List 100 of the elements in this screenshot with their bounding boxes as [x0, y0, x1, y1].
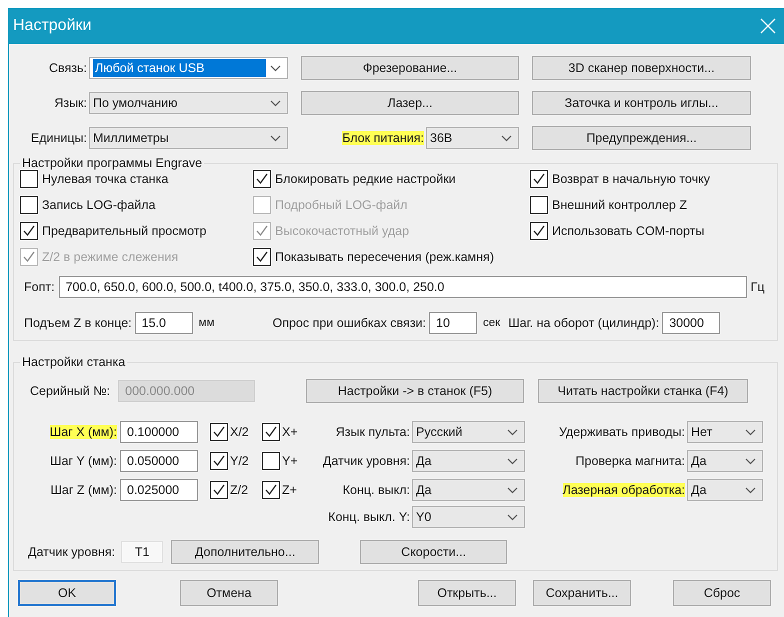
checkbox[interactable]: [262, 423, 280, 441]
input-field[interactable]: 0.025000: [120, 479, 198, 501]
unit-label: мм: [198, 317, 214, 329]
button[interactable]: Заточка и контроль иглы...: [532, 91, 751, 115]
window-title: Настройки: [13, 17, 92, 35]
input-field[interactable]: 0.050000: [120, 450, 198, 472]
checkbox[interactable]: [253, 170, 271, 188]
checkbox-label: Z/2 в режиме слежения: [42, 250, 178, 264]
button[interactable]: 3D сканер поверхности...: [532, 56, 751, 80]
chevron-icon: [745, 458, 756, 464]
button[interactable]: Читать настройки станка (F4): [538, 379, 748, 403]
field-label: Единицы:: [30, 131, 87, 145]
checkbox[interactable]: [530, 196, 548, 214]
button[interactable]: Предупреждения...: [532, 126, 751, 150]
dropdown[interactable]: Нет: [687, 421, 763, 443]
checkbox-label: Высокочастотный удар: [275, 224, 410, 238]
checkbox[interactable]: [262, 452, 280, 470]
checkbox[interactable]: [262, 481, 280, 499]
field-label: Связь:: [48, 61, 87, 75]
group-title: Настройки станка: [21, 355, 126, 369]
button[interactable]: Отмена: [180, 580, 278, 606]
field-label: Шаг X (мм):: [50, 425, 117, 439]
checkbox[interactable]: [530, 170, 548, 188]
field-label: Fопт:: [24, 280, 55, 294]
checkbox[interactable]: [253, 248, 271, 266]
dropdown[interactable]: Да: [687, 450, 763, 472]
chevron-icon: [507, 458, 518, 464]
checkbox-label: Возврат в начальную точку: [552, 172, 710, 186]
checkbox-label: Использовать COM-порты: [552, 224, 704, 238]
checkbox[interactable]: [210, 481, 228, 499]
checkbox-label: Запись LOG-файла: [42, 198, 156, 212]
button[interactable]: Открыть...: [418, 580, 516, 606]
dropdown[interactable]: По умолчанию: [89, 92, 288, 114]
group-title: Настройки программы Engrave: [21, 156, 204, 170]
unit-label: сек: [483, 317, 500, 329]
checkbox-label: Нулевая точка станка: [42, 172, 168, 186]
chevron-icon: [745, 486, 756, 494]
unit-label: Гц: [750, 280, 764, 294]
dropdown[interactable]: Да: [412, 450, 525, 472]
field-label: Язык:: [54, 96, 87, 110]
dropdown[interactable]: Y0: [412, 506, 525, 528]
field-label: Опрос при ошибках связи:: [272, 316, 426, 330]
chevron-icon: [507, 514, 518, 520]
button[interactable]: Дополнительно...: [171, 540, 320, 564]
checkbox-label: Предварительный просмотр: [42, 224, 206, 238]
checkbox-label: Блокировать редкие настройки: [275, 172, 456, 186]
chevron-icon: [501, 134, 512, 142]
field-label: Блок питания:: [342, 131, 424, 145]
field-label: Конц. выкл:: [342, 483, 410, 497]
field-label: Подъем Z в конце:: [24, 316, 132, 330]
button[interactable]: Сброс: [673, 580, 771, 606]
checkbox-label: Y+: [282, 454, 298, 468]
checkbox-label: X+: [282, 425, 298, 439]
dropdown[interactable]: 36В: [426, 127, 519, 149]
button[interactable]: Настройки -> в станок (F5): [306, 379, 524, 403]
checkbox-label: Внешний контроллер Z: [552, 198, 687, 212]
checkbox-label: Y/2: [230, 454, 249, 468]
button[interactable]: Лазер...: [301, 91, 519, 115]
level-sensor-value: T1: [121, 541, 164, 563]
button[interactable]: Фрезерование...: [301, 56, 519, 80]
field-label: Удерживать приводы:: [558, 425, 685, 439]
field-label: Датчик уровня:: [28, 545, 116, 559]
input-field[interactable]: 700.0, 650.0, 600.0, 500.0, t400.0, 375.0, 350.0, 333.0, 300.0, 250.0: [58, 276, 747, 298]
checkbox-label: Z/2: [230, 483, 248, 497]
field-label: Конц. выкл. Y:: [328, 510, 410, 524]
input-field[interactable]: 15.0: [134, 312, 193, 334]
checkbox[interactable]: [210, 452, 228, 470]
field-label: Датчик уровня:: [322, 454, 410, 468]
checkbox[interactable]: [20, 170, 38, 188]
field-label: Проверка магнита:: [576, 454, 685, 468]
checkbox[interactable]: [530, 222, 548, 240]
field-label: Серийный №:: [30, 384, 110, 398]
close-icon[interactable]: [760, 18, 776, 34]
chevron-icon: [507, 486, 518, 494]
button[interactable]: Скорости...: [360, 540, 508, 564]
button[interactable]: Сохранить...: [533, 580, 631, 606]
dropdown[interactable]: Любой станок USB: [89, 57, 288, 79]
checkbox[interactable]: [210, 423, 228, 441]
chevron-icon: [507, 428, 518, 436]
dropdown[interactable]: Миллиметры: [89, 127, 288, 149]
dropdown[interactable]: Русский: [412, 421, 525, 443]
chevron-icon: [270, 134, 281, 142]
checkbox[interactable]: [20, 222, 38, 240]
button[interactable]: OK: [18, 580, 116, 606]
input-field[interactable]: 0.100000: [120, 421, 198, 443]
chevron-icon: [745, 428, 756, 436]
input-field[interactable]: 10: [429, 312, 478, 334]
checkbox-label: Подробный LOG-файл: [275, 198, 408, 212]
chevron-icon: [270, 64, 281, 72]
input-field[interactable]: 30000: [662, 312, 720, 334]
checkbox-label: Z+: [282, 483, 297, 497]
field-label: Шаг Z (мм):: [50, 483, 117, 497]
checkbox-label: Показывать пересечения (реж.камня): [275, 250, 494, 264]
checkbox[interactable]: [20, 196, 38, 214]
field-label: Шаг Y (мм):: [50, 454, 117, 468]
dropdown[interactable]: Да: [412, 479, 525, 501]
field-label: Язык пульта:: [336, 425, 410, 439]
chevron-icon: [270, 100, 281, 106]
dropdown[interactable]: Да: [687, 479, 763, 501]
checkbox-label: X/2: [230, 425, 249, 439]
